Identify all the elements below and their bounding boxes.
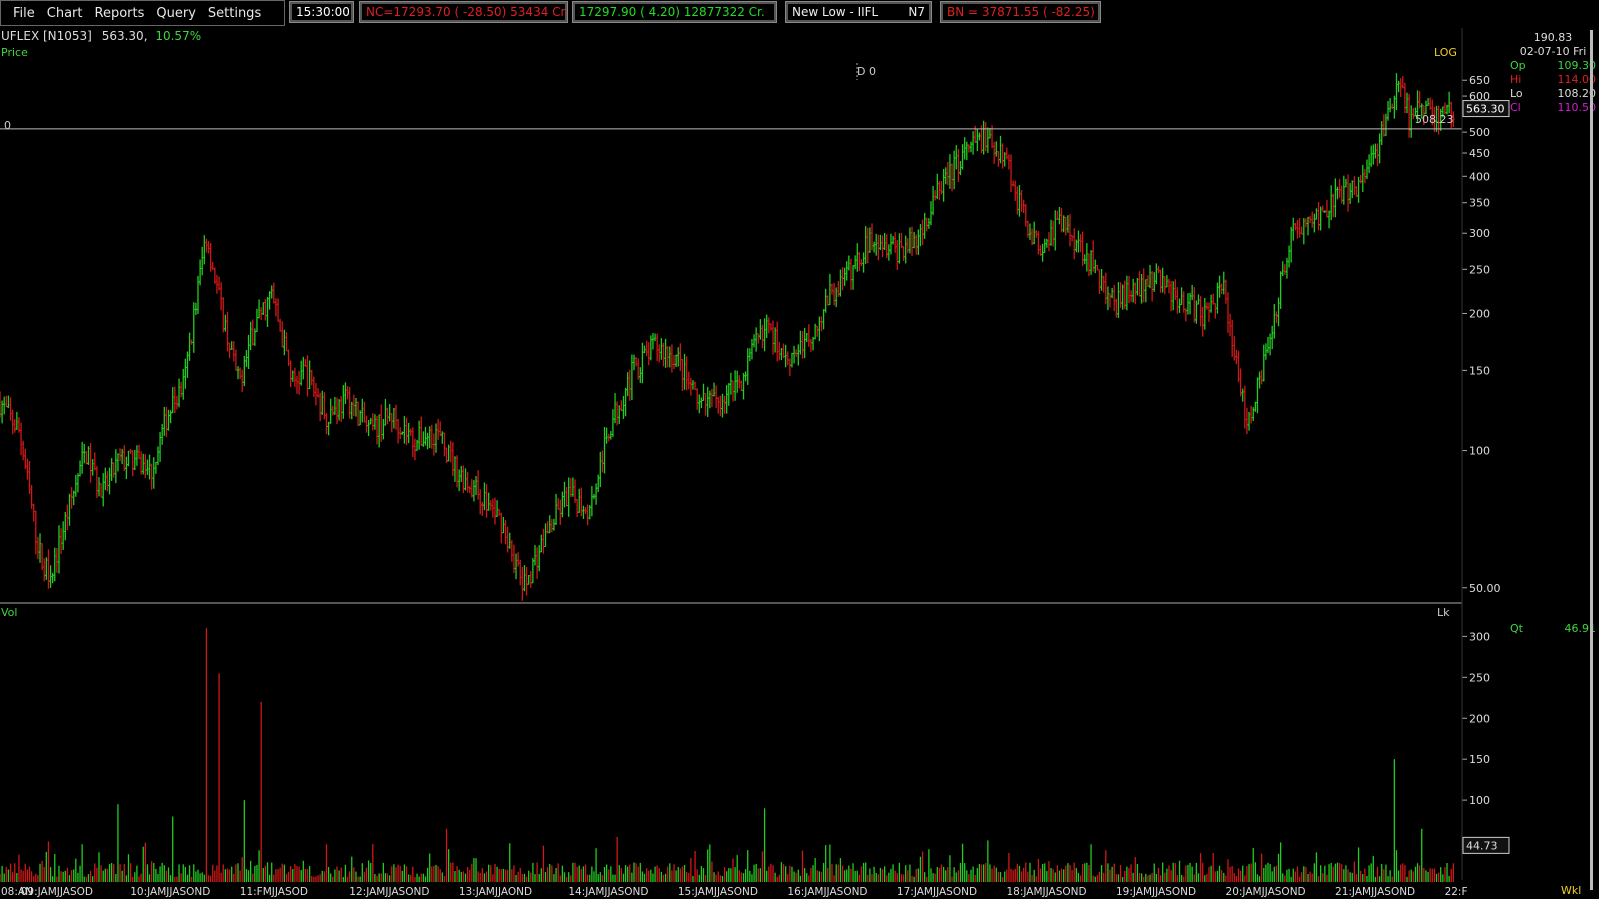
time-axis-label: 20:JAMJJASOND: [1226, 886, 1306, 898]
vol-tick-label: 200: [1469, 712, 1490, 725]
time-axis-label: 22:F: [1445, 886, 1468, 898]
high-label: Hi: [1510, 73, 1522, 86]
y-tick-label: 450: [1469, 147, 1490, 160]
y-tick-label: 250: [1469, 263, 1490, 276]
y-tick-label: 350: [1469, 197, 1490, 210]
time-axis-label: 15:JAMJJASOND: [678, 886, 758, 898]
volume-axis: 100 150 200 250 300: [1462, 630, 1490, 807]
vol-tick-label: 250: [1469, 671, 1490, 684]
time-axis-label: 19:JAMJJASOND: [1116, 886, 1196, 898]
y-tick-label: 650: [1469, 74, 1490, 87]
low-label: Lo: [1510, 87, 1523, 100]
time-axis-label: 18:JAMJJASOND: [1006, 886, 1086, 898]
stock-chart[interactable]: 50.00100150200250300350400450500600650 1…: [0, 0, 1599, 899]
y-tick-label: 150: [1469, 364, 1490, 377]
close-label: Cl: [1510, 101, 1521, 114]
volume-bars: [0, 628, 1454, 882]
last-volume-tag: 44.73: [1466, 839, 1498, 852]
period-label[interactable]: Wkl: [1561, 884, 1581, 897]
time-axis-label: 21:JAMJJASOND: [1335, 886, 1415, 898]
y-tick-label: 100: [1469, 445, 1490, 458]
vol-tick-label: 300: [1469, 630, 1490, 643]
time-axis-label: 11:FMJJASOD: [240, 886, 308, 898]
time-axis-label: 14:JAMJJASOND: [568, 886, 648, 898]
time-axis: 08:AN09:JAMJJASOD 10:JAMJJASOND 11:FMJJASO…: [1, 886, 1468, 898]
price-axis: 50.00100150200250300350400450500600650: [1462, 74, 1501, 595]
ohlc-panel: 190.83 02-07-10 Fri Op 109.30 Hi 114.00 Lo…: [1510, 31, 1596, 115]
time-axis-label: 12:JAMJJASOND: [349, 886, 429, 898]
ref-value-tag: 508.23: [1415, 113, 1454, 126]
time-axis-label: 17:JAMJJASOND: [897, 886, 977, 898]
vol-tick-label: 150: [1469, 753, 1490, 766]
qty-label: Qt: [1510, 622, 1523, 635]
last-price-tag: 563.30: [1466, 103, 1505, 116]
price-candles: [0, 73, 1455, 601]
y-tick-label: 200: [1469, 307, 1490, 320]
y-tick-label: 400: [1469, 170, 1490, 183]
quantity-readout: Qt 46.91: [1510, 622, 1596, 635]
y-tick-label: 50.00: [1469, 582, 1501, 595]
ohlc-value: 190.83: [1533, 31, 1573, 44]
vol-tick-label: 100: [1469, 794, 1490, 807]
time-axis-label: 16:JAMJJASOND: [787, 886, 867, 898]
y-tick-label: 500: [1469, 126, 1490, 139]
open-label: Op: [1510, 59, 1526, 72]
time-axis-label: 09:JAMJJASOD: [21, 886, 93, 898]
scrollbar[interactable]: [1590, 30, 1593, 890]
ohlc-date: 02-07-10 Fri: [1519, 45, 1587, 58]
time-axis-label: 13:JAMJJAOND: [459, 886, 532, 898]
time-axis-label: 10:JAMJJASOND: [130, 886, 210, 898]
y-tick-label: 300: [1469, 227, 1490, 240]
